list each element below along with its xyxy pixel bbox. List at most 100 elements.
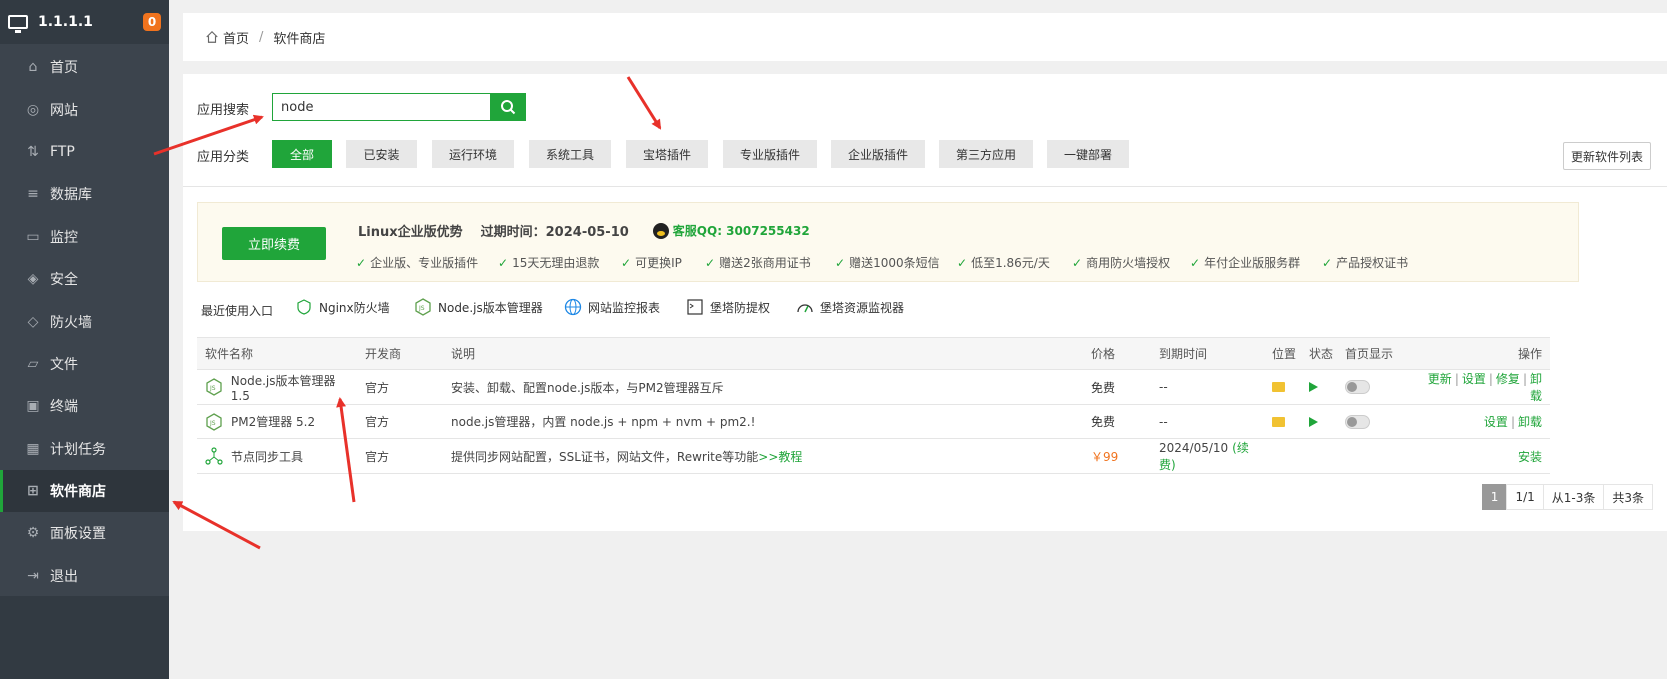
promo-feature: ✓ 赠送1000条短信 — [835, 254, 940, 271]
notification-badge[interactable]: 0 — [143, 13, 161, 31]
category-tab-7[interactable]: 第三方应用 — [939, 140, 1033, 168]
check-icon: ✓ — [835, 256, 846, 270]
op-link[interactable]: 卸载 — [1530, 372, 1542, 403]
category-tab-3[interactable]: 系统工具 — [529, 140, 611, 168]
table-row: 节点同步工具 官方 提供同步网站配置，SSL证书，网站文件，Rewrite等功能>>… — [197, 438, 1550, 474]
category-tab-8[interactable]: 一键部署 — [1047, 140, 1129, 168]
developer-cell: 官方 — [357, 369, 443, 405]
terminal-icon — [686, 298, 704, 316]
page-current[interactable]: 1 — [1481, 484, 1508, 510]
sidebar-item-label: FTP — [50, 143, 75, 160]
category-tab-5[interactable]: 专业版插件 — [723, 140, 817, 168]
tutorial-link[interactable]: >>教程 — [758, 450, 802, 464]
play-icon[interactable] — [1309, 416, 1318, 427]
search-input[interactable]: node — [272, 93, 491, 121]
customer-service-qq[interactable]: 客服QQ: 3007255432 — [652, 222, 810, 239]
main-content: 首页 / 软件商店 应用搜索 node 应用分类 全部 已安装 运行环境 系统工具 宝塔… — [169, 0, 1667, 679]
sidebar-item-3[interactable]: ≡ 数据库 — [0, 173, 169, 215]
op-link[interactable]: 设置 — [1462, 372, 1486, 386]
feature-text: 产品授权证书 — [1336, 256, 1409, 270]
name-cell: 节点同步工具 — [197, 438, 357, 474]
sidebar-item-0[interactable]: ⌂ 首页 — [0, 46, 169, 88]
recent-item-3[interactable]: 堡塔防提权 — [686, 298, 770, 316]
recent-item-4[interactable]: 堡塔资源监视器 — [796, 298, 904, 316]
feature-text: 可更换IP — [635, 256, 682, 270]
op-link[interactable]: 卸载 — [1518, 415, 1542, 429]
op-link[interactable]: 安装 — [1518, 450, 1542, 464]
sidebar-item-8[interactable]: ▣ 终端 — [0, 385, 169, 427]
column-header: 到期时间 — [1151, 337, 1264, 370]
ftp-icon: ⇅ — [27, 143, 39, 160]
renew-button[interactable]: 立即续费 — [222, 227, 326, 260]
terminal-icon: ▣ — [26, 398, 40, 415]
sidebar-item-11[interactable]: ⚙ 面板设置 — [0, 512, 169, 554]
sidebar-item-label: 数据库 — [50, 187, 92, 204]
divider — [183, 186, 1667, 187]
price-cell: 免费 — [1083, 369, 1151, 405]
recent-item-label: 堡塔防提权 — [710, 300, 771, 315]
recent-item-1[interactable]: JS Node.js版本管理器 — [414, 298, 543, 316]
category-tab-1[interactable]: 已安装 — [346, 140, 417, 168]
sidebar-item-1[interactable]: ◎ 网站 — [0, 88, 169, 130]
check-icon: ✓ — [705, 256, 716, 270]
folder-icon[interactable] — [1272, 416, 1285, 427]
globe-icon — [564, 298, 582, 316]
homepage-toggle[interactable] — [1345, 380, 1370, 394]
feature-text: 年付企业版服务群 — [1204, 256, 1301, 270]
monitor-icon: ▭ — [26, 228, 40, 245]
logout-icon: ⇥ — [27, 567, 39, 584]
op-link[interactable]: 修复 — [1496, 372, 1520, 386]
sidebar-item-9[interactable]: ▦ 计划任务 — [0, 428, 169, 470]
firewall-icon: ◇ — [27, 313, 39, 330]
developer-cell: 官方 — [357, 404, 443, 439]
database-icon: ≡ — [27, 186, 39, 203]
homepage-toggle[interactable] — [1345, 414, 1370, 429]
description-cell: node.js管理器，内置 node.js + npm + nvm + pm2.… — [443, 404, 1083, 439]
category-tab-2[interactable]: 运行环境 — [432, 140, 514, 168]
op-link[interactable]: 更新 — [1428, 372, 1452, 386]
op-link[interactable]: 设置 — [1484, 415, 1508, 429]
separator: | — [1522, 372, 1527, 386]
recent-label: 最近使用入口 — [201, 304, 274, 318]
search-button[interactable] — [490, 93, 526, 121]
sidebar-item-label: 监控 — [50, 229, 78, 246]
expire-cell: 2024/05/10 (续费) — [1151, 438, 1264, 474]
column-header: 软件名称 — [197, 337, 357, 370]
recent-item-2[interactable]: 网站监控报表 — [564, 298, 660, 316]
qq-icon — [652, 222, 669, 239]
feature-text: 企业版、专业版插件 — [370, 256, 479, 270]
sidebar-item-label: 软件商店 — [50, 484, 106, 501]
home-icon — [206, 30, 218, 43]
separator: | — [1488, 372, 1493, 386]
category-tab-0[interactable]: 全部 — [272, 140, 332, 168]
gauge-icon — [796, 298, 814, 316]
status-cell — [1301, 369, 1337, 405]
sidebar: 1.1.1.1 0 ⌂ 首页 ◎ 网站 ⇅ FTP ≡ 数据库 ▭ 监控 ◈ 安全 ◇ 防火墙 ▱ 文件 ▣ 终端… — [0, 0, 169, 679]
nodejs-icon: JS — [414, 298, 432, 316]
sidebar-item-7[interactable]: ▱ 文件 — [0, 343, 169, 385]
table-row: JS PM2管理器 5.2 官方 node.js管理器，内置 node.js + np… — [197, 404, 1550, 439]
sidebar-item-4[interactable]: ▭ 监控 — [0, 216, 169, 258]
sidebar-item-10[interactable]: ⊞ 软件商店 — [0, 469, 169, 513]
category-tab-4[interactable]: 宝塔插件 — [626, 140, 708, 168]
sidebar-item-2[interactable]: ⇅ FTP — [0, 131, 169, 173]
update-software-list-button[interactable]: 更新软件列表 — [1563, 142, 1651, 170]
play-icon[interactable] — [1309, 382, 1318, 392]
category-tab-6[interactable]: 企业版插件 — [831, 140, 925, 168]
column-header: 说明 — [443, 337, 1083, 370]
breadcrumb-home[interactable]: 首页 — [223, 28, 249, 47]
check-icon: ✓ — [1322, 256, 1333, 270]
folder-icon[interactable] — [1272, 382, 1285, 392]
sidebar-item-12[interactable]: ⇥ 退出 — [0, 555, 169, 597]
homepage-display-cell — [1337, 438, 1417, 474]
recent-item-0[interactable]: Nginx防火墙 — [295, 298, 390, 316]
expire-text: -- — [1159, 380, 1168, 394]
nodejs-icon: JS — [205, 412, 223, 432]
recent-item-label: 网站监控报表 — [588, 300, 661, 315]
location-cell — [1264, 438, 1301, 474]
home-icon: ⌂ — [28, 59, 38, 76]
sidebar-item-5[interactable]: ◈ 安全 — [0, 258, 169, 300]
sidebar-item-6[interactable]: ◇ 防火墙 — [0, 300, 169, 342]
category-label: 应用分类 — [197, 150, 250, 165]
separator: | — [1454, 372, 1459, 386]
